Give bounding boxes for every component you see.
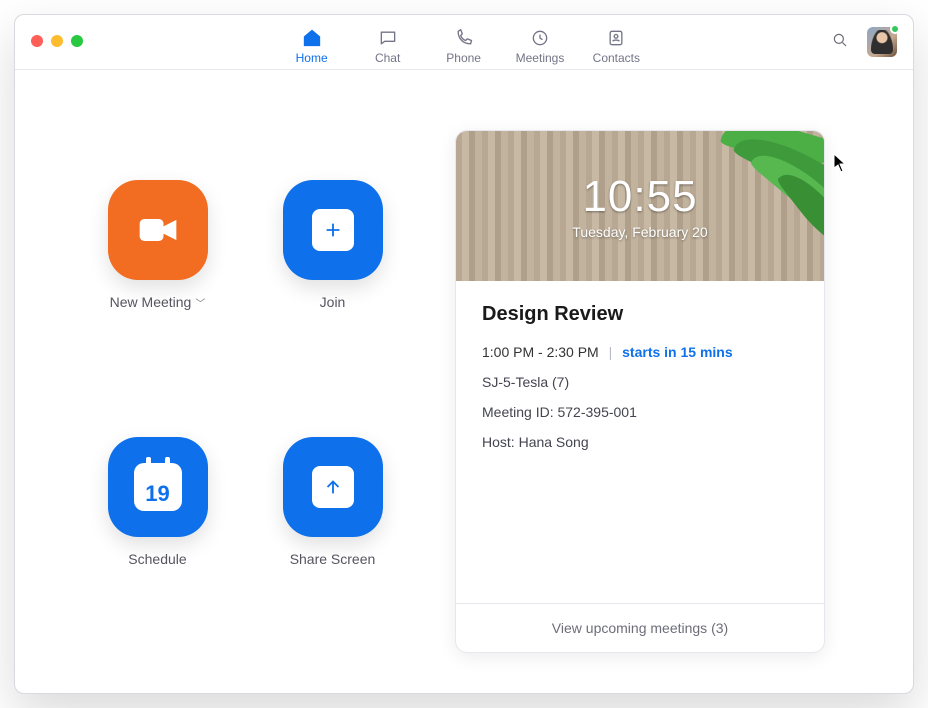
nav-tab-phone[interactable]: Phone xyxy=(440,27,488,65)
meeting-host-label: Host: xyxy=(482,434,519,450)
calendar-day-number: 19 xyxy=(134,463,182,511)
nav-label: Phone xyxy=(446,51,481,65)
new-meeting-label-row[interactable]: New Meeting ﹀ xyxy=(110,294,206,310)
action-label-text: Schedule xyxy=(128,551,186,567)
share-icon-bg xyxy=(312,466,354,508)
nav-label: Home xyxy=(296,51,328,65)
top-bar-right xyxy=(831,15,897,69)
action-label-text: New Meeting xyxy=(110,294,192,310)
share-screen-button[interactable] xyxy=(283,437,383,537)
meeting-id-value: 572-395-001 xyxy=(557,404,636,420)
meeting-host-row: Host: Hana Song xyxy=(482,434,798,450)
meeting-room: SJ-5-Tesla (7) xyxy=(482,374,798,390)
current-time: 10:55 xyxy=(582,172,697,222)
schedule-button[interactable]: 19 xyxy=(108,437,208,537)
nav-label: Meetings xyxy=(516,51,565,65)
main-content: New Meeting ﹀ Join 19 Schedule xyxy=(15,70,913,693)
arrow-up-icon xyxy=(322,476,344,498)
upcoming-meeting-card: 10:55 Tuesday, February 20 Design Review… xyxy=(455,130,825,653)
chat-icon xyxy=(377,27,399,49)
window-minimize-button[interactable] xyxy=(51,35,63,47)
new-meeting-button[interactable] xyxy=(108,180,208,280)
meeting-id-row: Meeting ID: 572-395-001 xyxy=(482,404,798,420)
nav-tab-contacts[interactable]: Contacts xyxy=(592,27,640,65)
main-nav: Home Chat Phone Meetings xyxy=(288,15,641,69)
action-schedule: 19 Schedule xyxy=(75,437,240,654)
meeting-starts-in: starts in 15 mins xyxy=(622,344,733,360)
window-controls xyxy=(31,35,83,47)
nav-tab-meetings[interactable]: Meetings xyxy=(516,27,565,65)
action-label-text: Join xyxy=(320,294,346,310)
video-camera-icon xyxy=(136,213,180,247)
view-upcoming-meetings-link[interactable]: View upcoming meetings (3) xyxy=(456,603,824,652)
search-icon xyxy=(831,31,849,49)
action-join: Join xyxy=(250,180,415,397)
action-grid: New Meeting ﹀ Join 19 Schedule xyxy=(75,130,415,653)
search-button[interactable] xyxy=(831,31,849,54)
action-share-screen: Share Screen xyxy=(250,437,415,654)
meeting-host-value: Hana Song xyxy=(519,434,589,450)
meeting-time-row: 1:00 PM - 2:30 PM | starts in 15 mins xyxy=(482,344,798,360)
join-icon-bg xyxy=(312,209,354,251)
meeting-id-label: Meeting ID: xyxy=(482,404,557,420)
plus-icon xyxy=(322,219,344,241)
profile-avatar[interactable] xyxy=(867,27,897,57)
home-icon xyxy=(301,27,323,49)
top-bar: Home Chat Phone Meetings xyxy=(15,15,913,70)
clock-hero: 10:55 Tuesday, February 20 xyxy=(456,131,824,281)
current-date: Tuesday, February 20 xyxy=(572,224,707,240)
window-close-button[interactable] xyxy=(31,35,43,47)
action-label-text: Share Screen xyxy=(290,551,376,567)
phone-icon xyxy=(453,27,475,49)
nav-label: Chat xyxy=(375,51,400,65)
footer-label: View upcoming meetings (3) xyxy=(552,620,728,636)
nav-label: Contacts xyxy=(593,51,640,65)
meeting-details: Design Review 1:00 PM - 2:30 PM | starts… xyxy=(456,281,824,603)
clock-icon xyxy=(529,27,551,49)
action-new-meeting: New Meeting ﹀ xyxy=(75,180,240,397)
row-divider: | xyxy=(609,344,613,360)
app-window: Home Chat Phone Meetings xyxy=(14,14,914,694)
nav-tab-home[interactable]: Home xyxy=(288,27,336,65)
calendar-icon: 19 xyxy=(134,463,182,511)
chevron-down-icon: ﹀ xyxy=(195,295,205,310)
meeting-title: Design Review xyxy=(482,303,798,326)
presence-status-dot xyxy=(890,24,900,34)
window-maximize-button[interactable] xyxy=(71,35,83,47)
contacts-icon xyxy=(605,27,627,49)
join-button[interactable] xyxy=(283,180,383,280)
nav-tab-chat[interactable]: Chat xyxy=(364,27,412,65)
meeting-time-range: 1:00 PM - 2:30 PM xyxy=(482,344,599,360)
